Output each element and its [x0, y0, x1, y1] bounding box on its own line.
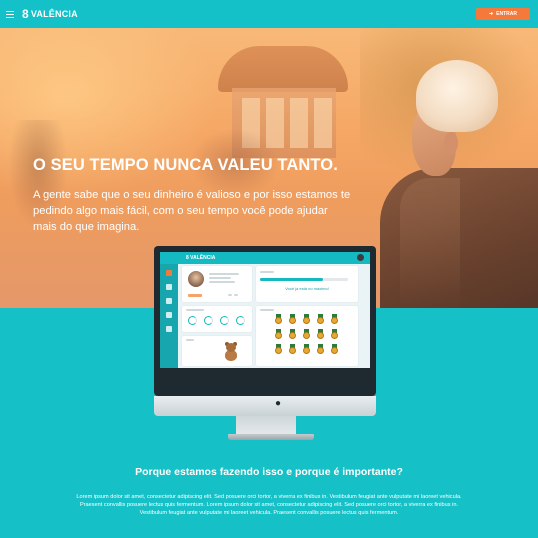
app-header: 8 VALÊNCIA: [160, 252, 370, 264]
level-cta: Você já está no máximo!: [285, 286, 329, 291]
level-progress-bar: [260, 278, 348, 281]
medals-grid: [274, 314, 339, 355]
medal-icon: [274, 344, 283, 355]
logo-mark: 8: [22, 7, 29, 21]
avatar: [357, 254, 364, 261]
medal-icon: [288, 344, 297, 355]
sidebar-home-icon: [166, 270, 172, 276]
profile-card: [182, 266, 252, 302]
medal-icon: [288, 329, 297, 340]
medal-icon: [316, 344, 325, 355]
goals-card: [182, 306, 252, 332]
reward-card: [182, 336, 252, 366]
brand-logo[interactable]: 8 VALÊNCIA: [22, 7, 78, 21]
app-sidebar: [160, 264, 178, 368]
medal-icon: [288, 314, 297, 325]
sidebar-trophy-icon: [166, 298, 172, 304]
sidebar-settings-icon: [166, 312, 172, 318]
logo-text: VALÊNCIA: [30, 9, 78, 19]
enter-button[interactable]: ➜ ENTRAR: [476, 8, 530, 20]
medal-icon: [330, 329, 339, 340]
hero-headline: O SEU TEMPO NUNCA VALEU TANTO.: [33, 156, 338, 174]
medal-icon: [316, 314, 325, 325]
medal-icon: [302, 329, 311, 340]
teddy-bear-icon: [222, 342, 240, 361]
hero-subtext: A gente sabe que o seu dinheiro é valios…: [33, 189, 351, 233]
section-heading: Porque estamos fazendo isso e porque é i…: [135, 466, 403, 478]
medal-icon: [302, 314, 311, 325]
elderly-man-image: [380, 28, 538, 308]
login-arrow-icon: ➜: [488, 11, 494, 17]
monitor-chin: [154, 396, 376, 416]
medal-icon: [274, 314, 283, 325]
menu-icon[interactable]: [6, 10, 14, 18]
section-body-text: Lorem ipsum dolor sit amet, consectetur …: [76, 494, 462, 516]
medal-icon: [316, 329, 325, 340]
monitor-stand-base: [228, 434, 314, 440]
enter-button-label: ENTRAR: [496, 11, 518, 17]
medal-icon: [330, 314, 339, 325]
medal-icon: [274, 329, 283, 340]
profile-photo: [187, 270, 205, 288]
level-card: Você já está no máximo!: [256, 266, 358, 302]
app-screenshot: 8 VALÊNCIA Você já está no máximo!: [160, 252, 370, 368]
sidebar-chart-icon: [166, 284, 172, 290]
medal-icon: [302, 344, 311, 355]
app-logo: 8 VALÊNCIA: [186, 255, 216, 261]
top-navigation-bar: 8 VALÊNCIA ➜ ENTRAR: [0, 0, 538, 28]
medal-icon: [330, 344, 339, 355]
medals-card: [256, 306, 358, 366]
apple-logo-icon: ●: [274, 398, 282, 409]
sidebar-logout-icon: [166, 326, 172, 332]
